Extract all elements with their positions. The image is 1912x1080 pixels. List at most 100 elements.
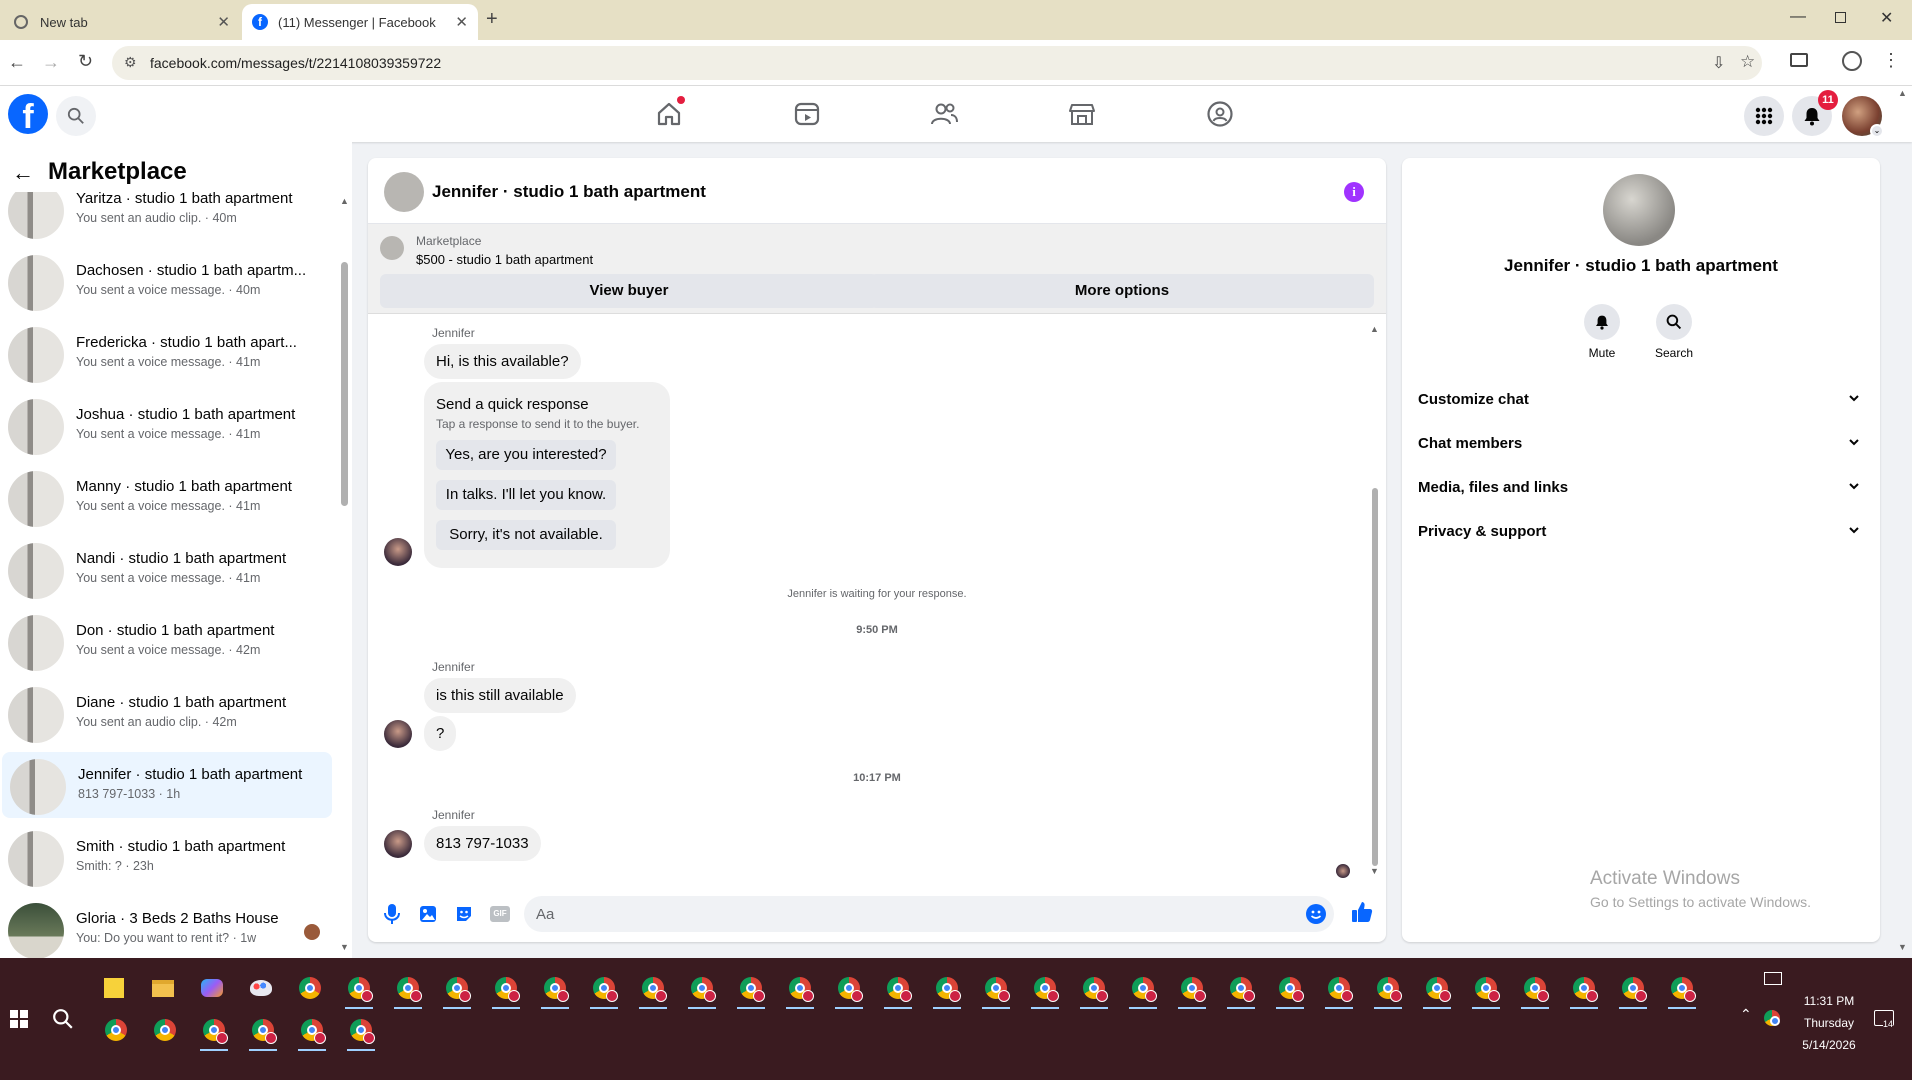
notifications-button[interactable]: 11 (1792, 90, 1838, 136)
chrome-taskbar-icon[interactable] (537, 970, 573, 1009)
conversation-item[interactable]: Joshua · studio 1 bath apartment You sen… (0, 392, 330, 458)
chrome-taskbar-icon[interactable] (1517, 970, 1553, 1009)
chrome-taskbar-icon[interactable] (978, 970, 1014, 1009)
mute-button[interactable] (1584, 304, 1620, 340)
browser-menu-icon[interactable]: ⋮ (1882, 50, 1900, 71)
chrome-taskbar-icon[interactable] (1027, 970, 1063, 1009)
more-options-button[interactable]: More options (870, 274, 1374, 308)
chrome-taskbar-icon[interactable] (1125, 970, 1161, 1009)
close-tab-icon[interactable]: ✕ (455, 13, 468, 31)
close-tab-icon[interactable]: ✕ (217, 13, 230, 31)
chrome-taskbar-icon[interactable] (733, 970, 769, 1009)
chrome-taskbar-icon[interactable] (245, 1012, 281, 1051)
chrome-taskbar-icon[interactable] (684, 970, 720, 1009)
scroll-up-arrow[interactable]: ▲ (340, 196, 349, 206)
customize-chat-section[interactable]: Customize chat (1418, 382, 1864, 418)
view-buyer-button[interactable]: View buyer (380, 274, 878, 308)
media-files-links-section[interactable]: Media, files and links (1418, 470, 1864, 506)
conversation-item[interactable]: Gloria · 3 Beds 2 Baths House You: Do yo… (0, 896, 330, 958)
quick-response-in-talks[interactable]: In talks. I'll let you know. (436, 480, 616, 510)
chrome-taskbar-icon[interactable] (1223, 970, 1259, 1009)
account-avatar[interactable]: ⌄ (1842, 96, 1884, 138)
close-window-icon[interactable]: ✕ (1880, 8, 1893, 28)
copilot-icon[interactable] (194, 970, 230, 1006)
tab-new-tab[interactable]: New tab ✕ (4, 4, 240, 40)
message-input[interactable]: Aa (524, 896, 1334, 932)
chrome-taskbar-icon[interactable] (586, 970, 622, 1009)
sticky-notes-icon[interactable] (96, 970, 132, 1006)
menu-button[interactable] (1744, 96, 1784, 136)
install-app-icon[interactable]: ⇩ (1712, 53, 1725, 73)
marketplace-nav[interactable] (1068, 100, 1096, 128)
conversation-item-selected[interactable]: Jennifer · studio 1 bath apartment 813 7… (2, 752, 332, 818)
conversation-item[interactable]: Dachosen · studio 1 bath apartm... You s… (0, 248, 330, 314)
conversation-item[interactable]: Nandi · studio 1 bath apartment You sent… (0, 536, 330, 602)
privacy-support-section[interactable]: Privacy & support (1418, 514, 1864, 550)
facebook-logo-icon[interactable]: f (8, 94, 48, 134)
address-bar[interactable]: ⚙ facebook.com/messages/t/22141080393597… (112, 46, 1762, 80)
chat-title[interactable]: Jennifer · studio 1 bath apartment (432, 182, 706, 202)
forward-icon[interactable]: → (42, 52, 60, 73)
groups-nav[interactable] (1206, 100, 1234, 128)
chrome-taskbar-icon[interactable] (635, 970, 671, 1009)
back-arrow-icon[interactable]: ← (12, 160, 34, 186)
chrome-taskbar-icon[interactable] (294, 1012, 330, 1051)
chrome-taskbar-icon[interactable] (929, 970, 965, 1009)
message-bubble[interactable]: 813 797-1033 (424, 826, 541, 861)
sender-avatar[interactable] (384, 538, 412, 566)
conversation-item[interactable]: Smith · studio 1 bath apartment Smith: ?… (0, 824, 330, 890)
minimize-icon[interactable]: — (1790, 8, 1806, 26)
chat-scrollbar[interactable] (1372, 488, 1378, 866)
chrome-taskbar-icon[interactable] (1468, 970, 1504, 1009)
chrome-taskbar-icon[interactable] (1076, 970, 1112, 1009)
paint-icon[interactable] (243, 970, 279, 1006)
message-bubble[interactable]: Hi, is this available? (424, 344, 581, 379)
page-scroll-down-arrow[interactable]: ▼ (1898, 942, 1907, 952)
gif-icon[interactable]: GIF (490, 906, 510, 922)
show-hidden-icons-chevron[interactable]: ⌃ (1740, 1006, 1752, 1023)
sidebar-scrollbar[interactable] (341, 262, 348, 506)
home-nav[interactable] (655, 96, 685, 128)
chrome-taskbar-icon[interactable] (1272, 970, 1308, 1009)
chrome-taskbar-icon[interactable] (1615, 970, 1651, 1009)
new-tab-plus-icon[interactable]: + (486, 8, 498, 31)
conversation-item[interactable]: Yaritza · studio 1 bath apartment You se… (0, 192, 330, 242)
back-icon[interactable]: ← (8, 52, 26, 73)
conversation-item[interactable]: Fredericka · studio 1 bath apart... You … (0, 320, 330, 386)
page-scroll-up-arrow[interactable]: ▲ (1898, 88, 1907, 98)
profile-icon[interactable] (1842, 51, 1862, 71)
info-icon[interactable]: i (1344, 182, 1364, 202)
windows-start-icon[interactable] (10, 1010, 28, 1028)
sender-avatar[interactable] (384, 720, 412, 748)
thumbs-up-icon[interactable] (1350, 900, 1374, 924)
chrome-taskbar-icon[interactable] (147, 1012, 183, 1048)
scroll-up-arrow[interactable]: ▲ (1370, 324, 1379, 334)
microphone-icon[interactable] (382, 902, 402, 926)
chrome-taskbar-icon[interactable] (196, 1012, 232, 1051)
quick-response-not-available[interactable]: Sorry, it's not available. (436, 520, 616, 550)
chrome-taskbar-icon[interactable] (1419, 970, 1455, 1009)
contact-avatar[interactable] (1603, 174, 1675, 246)
bookmark-star-icon[interactable]: ☆ (1740, 52, 1755, 72)
chrome-taskbar-icon[interactable] (1174, 970, 1210, 1009)
search-button[interactable] (56, 96, 96, 136)
restore-icon[interactable] (1835, 12, 1846, 23)
scroll-down-arrow[interactable]: ▼ (340, 942, 349, 952)
taskbar-search-icon[interactable] (52, 1008, 74, 1030)
site-settings-icon[interactable]: ⚙ (124, 54, 137, 71)
chrome-taskbar-icon[interactable] (831, 970, 867, 1009)
chrome-tray-icon[interactable] (1764, 1010, 1780, 1026)
tab-search-icon[interactable] (1790, 53, 1808, 67)
chrome-taskbar-icon[interactable] (782, 970, 818, 1009)
emoji-icon[interactable] (1306, 904, 1326, 924)
sender-avatar[interactable] (384, 830, 412, 858)
conversation-item[interactable]: Diane · studio 1 bath apartment You sent… (0, 680, 330, 746)
chrome-taskbar-icon[interactable] (341, 970, 377, 1009)
conversation-item[interactable]: Manny · studio 1 bath apartment You sent… (0, 464, 330, 530)
chrome-taskbar-icon[interactable] (1566, 970, 1602, 1009)
photo-icon[interactable] (418, 904, 438, 924)
chrome-taskbar-icon[interactable] (1370, 970, 1406, 1009)
chat-members-section[interactable]: Chat members (1418, 426, 1864, 462)
chrome-taskbar-icon[interactable] (343, 1012, 379, 1051)
search-conversation-button[interactable] (1656, 304, 1692, 340)
